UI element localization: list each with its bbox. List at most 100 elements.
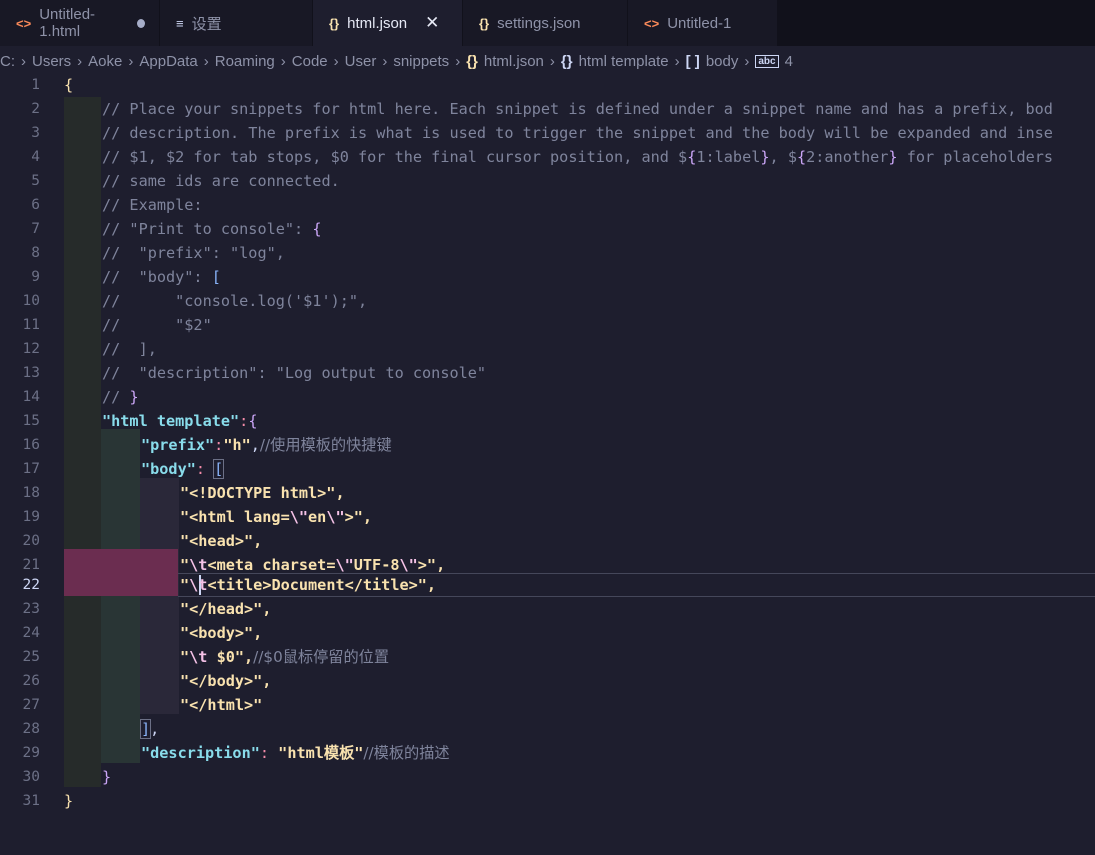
code-line-14[interactable]: // } xyxy=(102,385,139,409)
code-token: // $1, $2 for tab stops, $0 for the fina… xyxy=(102,148,688,166)
tab-untitled-1[interactable]: <> Untitled-1 xyxy=(628,0,778,46)
code-line-24[interactable]: "<body>", xyxy=(180,621,262,645)
code-line-15[interactable]: "html template":{ xyxy=(102,409,257,433)
breadcrumb-code[interactable]: Code xyxy=(292,53,328,70)
code-token: : xyxy=(239,412,249,430)
tab-settings-json[interactable]: {} settings.json xyxy=(463,0,628,46)
breadcrumb-file[interactable]: html.json xyxy=(484,53,544,70)
code-token: [ xyxy=(211,268,221,286)
line-number: 5 xyxy=(31,173,40,189)
code-token: [ xyxy=(213,459,225,479)
code-line-5[interactable]: // same ids are connected. xyxy=(102,169,340,193)
code-token: >", xyxy=(417,556,446,574)
code-line-23[interactable]: "</head>", xyxy=(180,597,271,621)
json-file-icon: {} xyxy=(479,15,490,31)
code-token: en xyxy=(308,508,327,526)
line-number: 16 xyxy=(22,437,40,453)
line-number: 11 xyxy=(22,317,40,333)
code-line-2[interactable]: // Place your snippets for html here. Ea… xyxy=(102,97,1053,121)
code-line-17[interactable]: "body": [ xyxy=(141,457,225,481)
code-token: "<head>", xyxy=(180,532,263,550)
code-token: , xyxy=(150,720,160,738)
chevron-right-icon: › xyxy=(382,52,388,70)
code-token: //模板的描述 xyxy=(363,744,450,762)
close-icon[interactable]: ✕ xyxy=(425,13,439,33)
breadcrumb: C: › Users › Aoke › AppData › Roaming › … xyxy=(0,48,1095,74)
code-token: $0", xyxy=(207,648,254,666)
breadcrumb-aoke[interactable]: Aoke xyxy=(88,53,122,70)
code-line-27[interactable]: "</html>" xyxy=(180,693,262,717)
code-token: } xyxy=(760,148,770,166)
code-line-29[interactable]: "description": "html模板"//模板的描述 xyxy=(141,741,450,765)
tab-bar-empty xyxy=(778,0,1095,46)
code-line-26[interactable]: "</body>", xyxy=(180,669,271,693)
code-token: for placeholders xyxy=(897,148,1054,166)
code-line-6[interactable]: // Example: xyxy=(102,193,203,217)
line-number: 7 xyxy=(31,221,40,237)
code-line-9[interactable]: // "body": [ xyxy=(102,265,221,289)
code-token: <title>Document</title>", xyxy=(207,576,437,594)
line-number: 30 xyxy=(22,769,40,785)
code-line-4[interactable]: // $1, $2 for tab stops, $0 for the fina… xyxy=(102,145,1053,169)
code-line-13[interactable]: // "description": "Log output to console… xyxy=(102,361,486,385)
code-token: // "Print to console": xyxy=(102,220,313,238)
code-token: } xyxy=(129,388,139,406)
code-token: // "$2" xyxy=(102,316,212,334)
json-file-icon: {} xyxy=(466,52,478,70)
unsaved-dot-icon[interactable] xyxy=(137,18,145,28)
tab-label: Untitled-1 xyxy=(667,14,732,32)
breadcrumb-array[interactable]: body xyxy=(706,53,739,70)
tab-untitled-1-html[interactable]: <> Untitled-1.html xyxy=(0,0,160,46)
code-line-28[interactable]: ], xyxy=(139,717,160,741)
code-line-25[interactable]: "\t $0",//$0鼠标停留的位置 xyxy=(180,645,389,669)
code-line-10[interactable]: // "console.log('$1');", xyxy=(102,289,367,313)
code-token: , $ xyxy=(769,148,797,166)
line-number: 18 xyxy=(22,485,40,501)
code-line-20[interactable]: "<head>", xyxy=(180,529,262,553)
code-token: \" xyxy=(399,556,418,574)
code-line-18[interactable]: "<!DOCTYPE html>", xyxy=(180,481,345,505)
breadcrumb-drive[interactable]: C: xyxy=(0,53,15,70)
json-file-icon: {} xyxy=(329,15,340,31)
breadcrumb-user[interactable]: User xyxy=(345,53,377,70)
code-line-16[interactable]: "prefix":"h",//使用模板的快捷键 xyxy=(141,433,392,457)
tab-label: settings.json xyxy=(497,14,581,32)
code-token: // "description": "Log output to console… xyxy=(102,364,487,382)
code-line-30[interactable]: } xyxy=(102,765,111,789)
line-number: 15 xyxy=(22,413,40,429)
line-number: 4 xyxy=(31,149,40,165)
breadcrumb-snippets[interactable]: snippets xyxy=(393,53,449,70)
code-line-8[interactable]: // "prefix": "log", xyxy=(102,241,285,265)
code-line-19[interactable]: "<html lang=\"en\">", xyxy=(180,505,372,529)
code-line-12[interactable]: // ], xyxy=(102,337,157,361)
code-line-7[interactable]: // "Print to console": { xyxy=(102,217,321,241)
line-number: 27 xyxy=(22,697,40,713)
breadcrumb-index[interactable]: 4 xyxy=(785,53,793,70)
tab-settings-ui[interactable]: ≡ 设置 xyxy=(160,0,313,46)
breadcrumb-roaming[interactable]: Roaming xyxy=(215,53,275,70)
tab-html-json[interactable]: {} html.json ✕ xyxy=(313,0,463,46)
line-number: 24 xyxy=(22,625,40,641)
code-token: "body" xyxy=(141,460,196,478)
code-token: { xyxy=(64,76,74,94)
code-line-3[interactable]: // description. The prefix is what is us… xyxy=(102,121,1053,145)
breadcrumb-appdata[interactable]: AppData xyxy=(139,53,197,70)
code-line-1[interactable]: { xyxy=(64,73,73,97)
code-token: "h" xyxy=(223,436,251,454)
code-token: \t xyxy=(189,648,208,666)
code-token: \t xyxy=(189,556,208,574)
breadcrumb-object[interactable]: html template xyxy=(579,53,669,70)
line-number: 25 xyxy=(22,649,40,665)
code-line-31[interactable]: } xyxy=(64,789,73,813)
code-token: \" xyxy=(326,508,345,526)
array-icon: [ ] xyxy=(685,52,700,70)
code-editor[interactable]: 1 2 3 4 5 6 7 8 9 10 11 12 13 14 15 16 17 18 19 20 21 22 23 24 2… xyxy=(0,73,1095,855)
code-line-11[interactable]: // "$2" xyxy=(102,313,212,337)
html-file-icon: <> xyxy=(644,15,660,31)
code-token: //使用模板的快捷键 xyxy=(259,436,392,454)
breadcrumb-users[interactable]: Users xyxy=(32,53,71,70)
code-token: \t xyxy=(189,576,208,594)
code-line-22[interactable]: "\t<title>Document</title>", xyxy=(180,573,436,597)
code-token: // "prefix": "log", xyxy=(102,244,285,262)
code-token: } xyxy=(64,792,74,810)
